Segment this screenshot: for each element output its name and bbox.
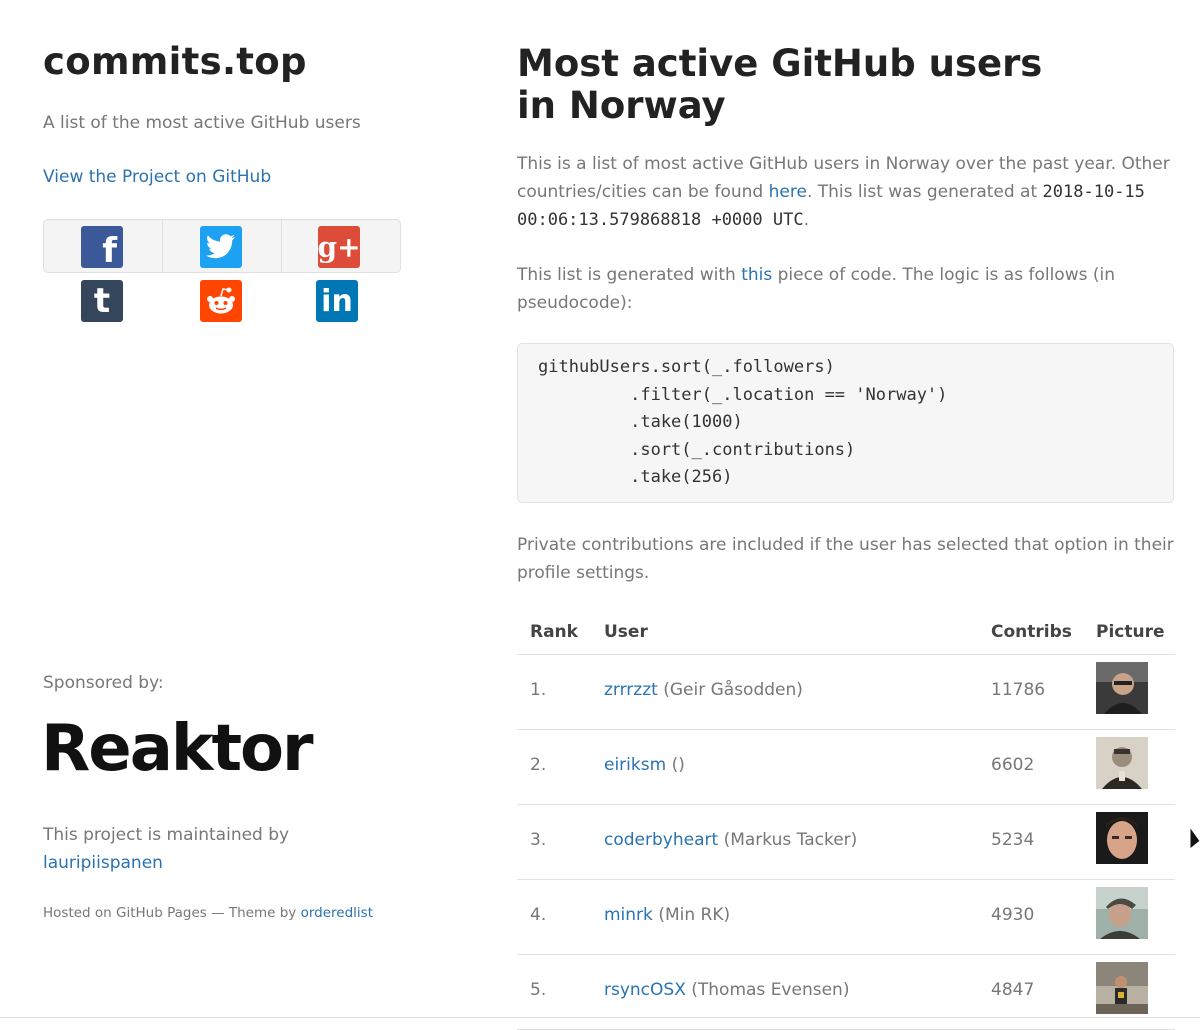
site-tagline: A list of the most active GitHub users <box>43 113 361 133</box>
maintained-prefix: This project is maintained by <box>43 825 290 845</box>
hosted-prefix: Hosted on GitHub Pages — Theme by <box>43 905 297 921</box>
contribs-cell: 6602 <box>991 755 1035 775</box>
user-fullname: () <box>671 755 685 775</box>
hosted-footer: Hosted on GitHub Pages — Theme by ordere… <box>43 905 373 921</box>
rank-cell: 4. <box>530 905 547 925</box>
header-picture: Picture <box>1096 622 1165 642</box>
code-line: githubUsers.sort(_.followers) <box>538 357 835 377</box>
user-cell: zrrrzzt (Geir Gåsodden) <box>604 680 803 700</box>
avatar-image <box>1096 737 1148 789</box>
avatar[interactable] <box>1096 737 1148 789</box>
page-bottom-rule <box>0 1017 1200 1018</box>
avatar[interactable] <box>1096 962 1148 1014</box>
user-link[interactable]: coderbyheart <box>604 830 718 850</box>
header-rank: Rank <box>530 622 578 642</box>
logic-text: This list is generated with <box>517 265 736 285</box>
user-cell: rsyncOSX (Thomas Evensen) <box>604 980 849 1000</box>
reddit-alien-glyph <box>207 287 235 314</box>
code-line: .take(256) <box>538 467 733 487</box>
reaktor-logo[interactable]: Reaktor <box>41 712 314 786</box>
table-row: 1. zrrrzzt (Geir Gåsodden) 11786 <box>517 655 1175 730</box>
contribs-cell: 11786 <box>991 680 1046 700</box>
user-fullname: (Geir Gåsodden) <box>663 680 803 700</box>
avatar-image <box>1096 887 1148 939</box>
rank-cell: 5. <box>530 980 547 1000</box>
avatar-image <box>1096 962 1148 1014</box>
user-fullname: (Markus Tacker) <box>723 830 858 850</box>
site-title[interactable]: commits.top <box>43 40 307 83</box>
table-row: 3. coderbyheart (Markus Tacker) 5234 <box>517 805 1175 880</box>
other-countries-link[interactable]: here <box>769 182 807 202</box>
view-project-link[interactable]: View the Project on GitHub <box>43 167 271 187</box>
user-link[interactable]: eiriksm <box>604 755 666 775</box>
user-link[interactable]: minrk <box>604 905 653 925</box>
logic-paragraph: This list is generated with this piece o… <box>517 261 1177 317</box>
intro-text-2: . This list was generated at <box>806 182 1038 202</box>
main-content: Most active GitHub users in Norway This … <box>517 0 1177 1030</box>
theme-author-link[interactable]: orderedlist <box>301 905 373 921</box>
contribs-cell: 5234 <box>991 830 1035 850</box>
avatar-image <box>1096 662 1148 714</box>
user-cell: minrk (Min RK) <box>604 905 730 925</box>
intro-end: . <box>803 210 809 230</box>
table-header: Rank User Contribs Picture <box>517 614 1175 655</box>
user-cell: eiriksm () <box>604 755 685 775</box>
source-code-link[interactable]: this <box>741 265 772 285</box>
reddit-icon[interactable] <box>200 280 242 322</box>
rank-cell: 3. <box>530 830 547 850</box>
code-line: .filter(_.location == 'Norway') <box>538 385 948 405</box>
user-fullname: (Thomas Evensen) <box>691 980 850 1000</box>
maintainer-link[interactable]: lauripiispanen <box>43 853 163 873</box>
twitter-icon[interactable] <box>200 226 242 268</box>
sidebar: commits.top A list of the most active Gi… <box>41 0 463 1019</box>
rank-cell: 1. <box>530 680 547 700</box>
sponsored-label: Sponsored by: <box>43 673 164 693</box>
user-link[interactable]: rsyncOSX <box>604 980 686 1000</box>
users-table: Rank User Contribs Picture 1. zrrrzzt (G… <box>517 614 1175 1030</box>
avatar[interactable] <box>1096 662 1148 714</box>
table-row: 2. eiriksm () 6602 <box>517 730 1175 805</box>
rank-cell: 2. <box>530 755 547 775</box>
page-title: Most active GitHub users in Norway <box>517 42 1043 127</box>
share-divider <box>281 220 282 272</box>
code-line: .sort(_.contributions) <box>538 440 856 460</box>
private-contributions-note: Private contributions are included if th… <box>517 535 1174 583</box>
twitter-bird-glyph <box>206 234 235 259</box>
header-user: User <box>604 622 648 642</box>
pseudocode-block: githubUsers.sort(_.followers) .filter(_.… <box>517 343 1174 503</box>
facebook-icon[interactable]: f <box>81 226 123 268</box>
avatar-image <box>1096 812 1148 864</box>
code-line: .take(1000) <box>538 412 743 432</box>
google-plus-icon[interactable]: g+ <box>318 226 360 268</box>
user-link[interactable]: zrrrzzt <box>604 680 658 700</box>
avatar[interactable] <box>1096 812 1148 864</box>
user-cell: coderbyheart (Markus Tacker) <box>604 830 857 850</box>
mouse-cursor-icon <box>1189 827 1200 851</box>
linkedin-icon[interactable]: in <box>316 280 358 322</box>
contribs-cell: 4930 <box>991 905 1035 925</box>
header-contribs: Contribs <box>991 622 1072 642</box>
maintainer-note: This project is maintained by lauripiisp… <box>43 821 343 877</box>
share-divider <box>162 220 163 272</box>
tumblr-icon[interactable]: t <box>81 280 123 322</box>
avatar[interactable] <box>1096 887 1148 939</box>
table-row: 4. minrk (Min RK) 4930 <box>517 880 1175 955</box>
user-fullname: (Min RK) <box>658 905 731 925</box>
contribs-cell: 4847 <box>991 980 1035 1000</box>
intro-paragraph: This is a list of most active GitHub use… <box>517 150 1177 234</box>
